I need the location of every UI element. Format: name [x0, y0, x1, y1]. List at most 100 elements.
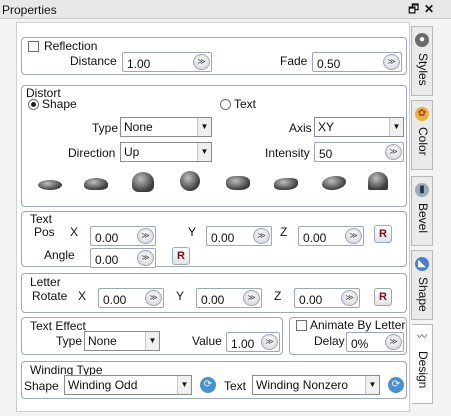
chevron-down-icon: ▼	[365, 376, 379, 394]
delay-label: Delay	[314, 334, 345, 348]
pos-label: Pos	[34, 225, 55, 239]
distort-shape-arch[interactable]	[84, 178, 108, 190]
delay-spin-icon[interactable]: ≫	[385, 334, 402, 350]
reflection-checkbox[interactable]	[28, 41, 39, 52]
text-effect-title: Text Effect	[30, 319, 86, 333]
distance-value: 1.00	[127, 57, 151, 71]
text-effect-type-select[interactable]: None ▼	[84, 331, 160, 351]
animate-label: Animate By Letter	[310, 318, 406, 332]
animate-checkbox[interactable]	[296, 320, 307, 331]
text-radio[interactable]	[220, 99, 231, 110]
text-effect-type-value: None	[88, 334, 117, 348]
tab-color[interactable]: ✿ Color	[411, 100, 433, 170]
rotate-x-input[interactable]: 0.00 ≫	[98, 288, 164, 308]
axis-value: XY	[318, 120, 335, 134]
distort-shape-bulge[interactable]	[132, 172, 154, 192]
winding-group: Winding Type Shape Winding Odd ▼ ⟳ Text W…	[21, 361, 407, 399]
distort-shape-pinch[interactable]	[226, 176, 250, 190]
pos-z-label: Z	[280, 225, 288, 239]
text-title: Text	[30, 212, 53, 226]
letter-group: Letter Rotate X 0.00 ≫ Y 0.00 ≫ Z 0.00 ≫ R	[21, 273, 407, 313]
pos-y-label: Y	[188, 225, 197, 239]
pos-y-input[interactable]: 0.00 ≫	[206, 226, 272, 246]
rotate-y-input[interactable]: 0.00 ≫	[196, 288, 262, 308]
distort-type-select[interactable]: None ▼	[120, 117, 212, 137]
intensity-spin-icon[interactable]: ≫	[385, 144, 402, 160]
styles-icon: ●	[415, 33, 429, 47]
chevron-down-icon: ▼	[145, 332, 159, 350]
tab-styles-label: Styles	[416, 53, 430, 86]
angle-label: Angle	[44, 248, 75, 262]
tab-styles[interactable]: ● Styles	[411, 26, 433, 96]
shape-radio-label: Shape	[42, 97, 77, 111]
pos-z-spin-icon[interactable]: ≫	[345, 228, 362, 244]
chevron-down-icon: ▼	[389, 118, 403, 136]
refresh-icon[interactable]: ⟳	[388, 377, 404, 393]
pos-y-spin-icon[interactable]: ≫	[253, 228, 270, 244]
text-effect-group: Text Effect Type None ▼ Value 1.00 ≫	[21, 317, 283, 355]
tab-design[interactable]: 〰 Design	[411, 324, 433, 404]
shape-icon: ◣	[415, 257, 429, 271]
winding-shape-select[interactable]: Winding Odd ▼	[64, 375, 192, 395]
axis-select[interactable]: XY ▼	[314, 117, 404, 137]
tab-design-label: Design	[416, 351, 430, 389]
intensity-label: Intensity	[265, 146, 310, 160]
pin-icon[interactable]: 🗗	[408, 2, 419, 16]
text-effect-value: 1.00	[231, 337, 255, 351]
angle-reset-button[interactable]: R	[172, 247, 190, 265]
rotate-z-input[interactable]: 0.00 ≫	[294, 288, 360, 308]
distance-spin-icon[interactable]: ≫	[193, 54, 210, 70]
tab-bevel[interactable]: ▮ Bevel	[411, 176, 433, 246]
design-icon: 〰	[417, 332, 427, 343]
tab-shape[interactable]: ◣ Shape	[411, 250, 433, 320]
rotate-z-spin-icon[interactable]: ≫	[341, 290, 358, 306]
distort-shape-cone[interactable]	[368, 172, 388, 190]
distance-label: Distance	[70, 54, 117, 68]
refresh-icon[interactable]: ⟳	[200, 377, 216, 393]
shape-radio[interactable]	[28, 99, 39, 110]
rotate-x-label: X	[78, 289, 87, 303]
pos-z-value: 0.00	[303, 231, 327, 245]
rotate-label: Rotate	[32, 289, 68, 303]
chevron-down-icon: ▼	[177, 376, 191, 394]
rotate-x-spin-icon[interactable]: ≫	[145, 290, 162, 306]
text-effect-value-input[interactable]: 1.00 ≫	[226, 332, 280, 352]
distort-shape-twist[interactable]	[322, 176, 346, 190]
properties-panel: Reflection Distance 1.00 ≫ Fade 0.50 ≫ Dis…	[16, 22, 410, 412]
text-pos-reset-button[interactable]: R	[374, 225, 392, 243]
direction-value: Up	[124, 145, 140, 159]
pos-y-value: 0.00	[211, 231, 235, 245]
reflection-group: Reflection Distance 1.00 ≫ Fade 0.50 ≫	[21, 37, 407, 75]
distort-type-value: None	[124, 120, 153, 134]
intensity-input[interactable]: 50 ≫	[314, 142, 404, 162]
axis-label: Axis	[289, 121, 312, 135]
distort-shape-sphere[interactable]	[180, 171, 200, 191]
fade-input[interactable]: 0.50 ≫	[312, 52, 402, 72]
letter-rotate-reset-button[interactable]: R	[374, 288, 392, 306]
title-bar: Properties 🗗 ✕	[0, 0, 451, 19]
pos-x-input[interactable]: 0.00 ≫	[90, 226, 156, 246]
delay-input[interactable]: 0% ≫	[346, 332, 404, 352]
distort-shape-wave[interactable]	[274, 178, 298, 190]
winding-text-select[interactable]: Winding Nonzero ▼	[252, 375, 380, 395]
text-radio-label: Text	[234, 97, 257, 111]
fade-spin-icon[interactable]: ≫	[383, 54, 400, 70]
close-icon[interactable]: ✕	[424, 2, 434, 16]
rotate-y-label: Y	[176, 289, 185, 303]
distance-input[interactable]: 1.00 ≫	[122, 52, 212, 72]
pos-x-label: X	[70, 225, 79, 239]
rotate-y-value: 0.00	[201, 293, 225, 307]
pos-z-input[interactable]: 0.00 ≫	[298, 226, 364, 246]
angle-spin-icon[interactable]: ≫	[137, 250, 154, 266]
direction-select[interactable]: Up ▼	[120, 142, 212, 162]
text-effect-spin-icon[interactable]: ≫	[261, 334, 278, 350]
angle-value: 0.00	[95, 253, 119, 267]
tab-shape-label: Shape	[416, 277, 430, 312]
rotate-z-value: 0.00	[299, 293, 323, 307]
rotate-y-spin-icon[interactable]: ≫	[243, 290, 260, 306]
pos-x-spin-icon[interactable]: ≫	[137, 228, 154, 244]
distort-shape-flat[interactable]	[38, 180, 62, 190]
window-title: Properties	[2, 3, 57, 17]
angle-input[interactable]: 0.00 ≫	[90, 248, 156, 268]
rotate-x-value: 0.00	[103, 293, 127, 307]
